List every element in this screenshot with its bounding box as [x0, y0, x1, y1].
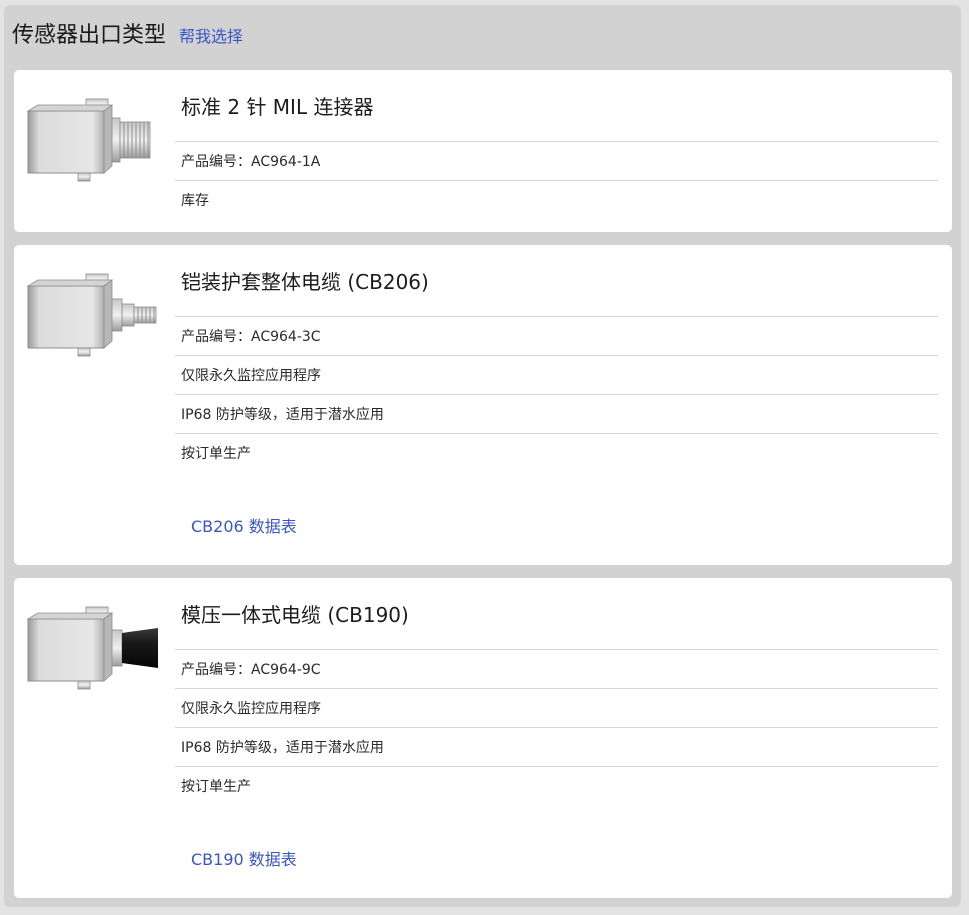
feature-row: IP68 防护等级，适用于潜水应用	[175, 395, 938, 434]
section-title: 传感器出口类型	[12, 23, 167, 48]
stock-status: 库存	[181, 193, 209, 209]
feature-row: IP68 防护等级，适用于潜水应用	[175, 728, 938, 767]
product-details: 标准 2 针 MIL 连接器 产品编号：AC964-1A 库存	[175, 70, 938, 219]
product-name: 铠装护套整体电缆 (CB206)	[175, 245, 938, 317]
cb190-datasheet-link[interactable]: CB190 数据表	[191, 846, 297, 870]
section-header: 传感器出口类型 帮我选择	[12, 17, 243, 49]
cb206-datasheet-link[interactable]: CB206 数据表	[191, 513, 297, 537]
product-name: 模压一体式电缆 (CB190)	[175, 578, 938, 650]
part-number: 产品编号：AC964-1A	[175, 142, 938, 181]
product-card-armored-cable[interactable]: 铠装护套整体电缆 (CB206) 产品编号：AC964-3C 仅限永久监控应用程…	[14, 245, 952, 565]
feature-row: 仅限永久监控应用程序	[175, 689, 938, 728]
product-name: 标准 2 针 MIL 连接器	[175, 70, 938, 142]
product-card-molded-cable[interactable]: 模压一体式电缆 (CB190) 产品编号：AC964-9C 仅限永久监控应用程序…	[14, 578, 952, 898]
product-details: 铠装护套整体电缆 (CB206) 产品编号：AC964-3C 仅限永久监控应用程…	[175, 245, 938, 472]
product-card-mil-connector[interactable]: 标准 2 针 MIL 连接器 产品编号：AC964-1A 库存	[14, 70, 952, 232]
part-number: 产品编号：AC964-3C	[175, 317, 938, 356]
product-details: 模压一体式电缆 (CB190) 产品编号：AC964-9C 仅限永久监控应用程序…	[175, 578, 938, 805]
armored-cable-sensor-image	[26, 273, 157, 357]
feature-row: 按订单生产	[181, 779, 251, 795]
molded-cable-sensor-image	[26, 606, 158, 690]
mil-connector-sensor-image	[26, 98, 151, 182]
help-me-choose-link[interactable]: 帮我选择	[179, 23, 243, 47]
feature-row: 仅限永久监控应用程序	[175, 356, 938, 395]
feature-row: 按订单生产	[181, 446, 251, 462]
part-number: 产品编号：AC964-9C	[175, 650, 938, 689]
